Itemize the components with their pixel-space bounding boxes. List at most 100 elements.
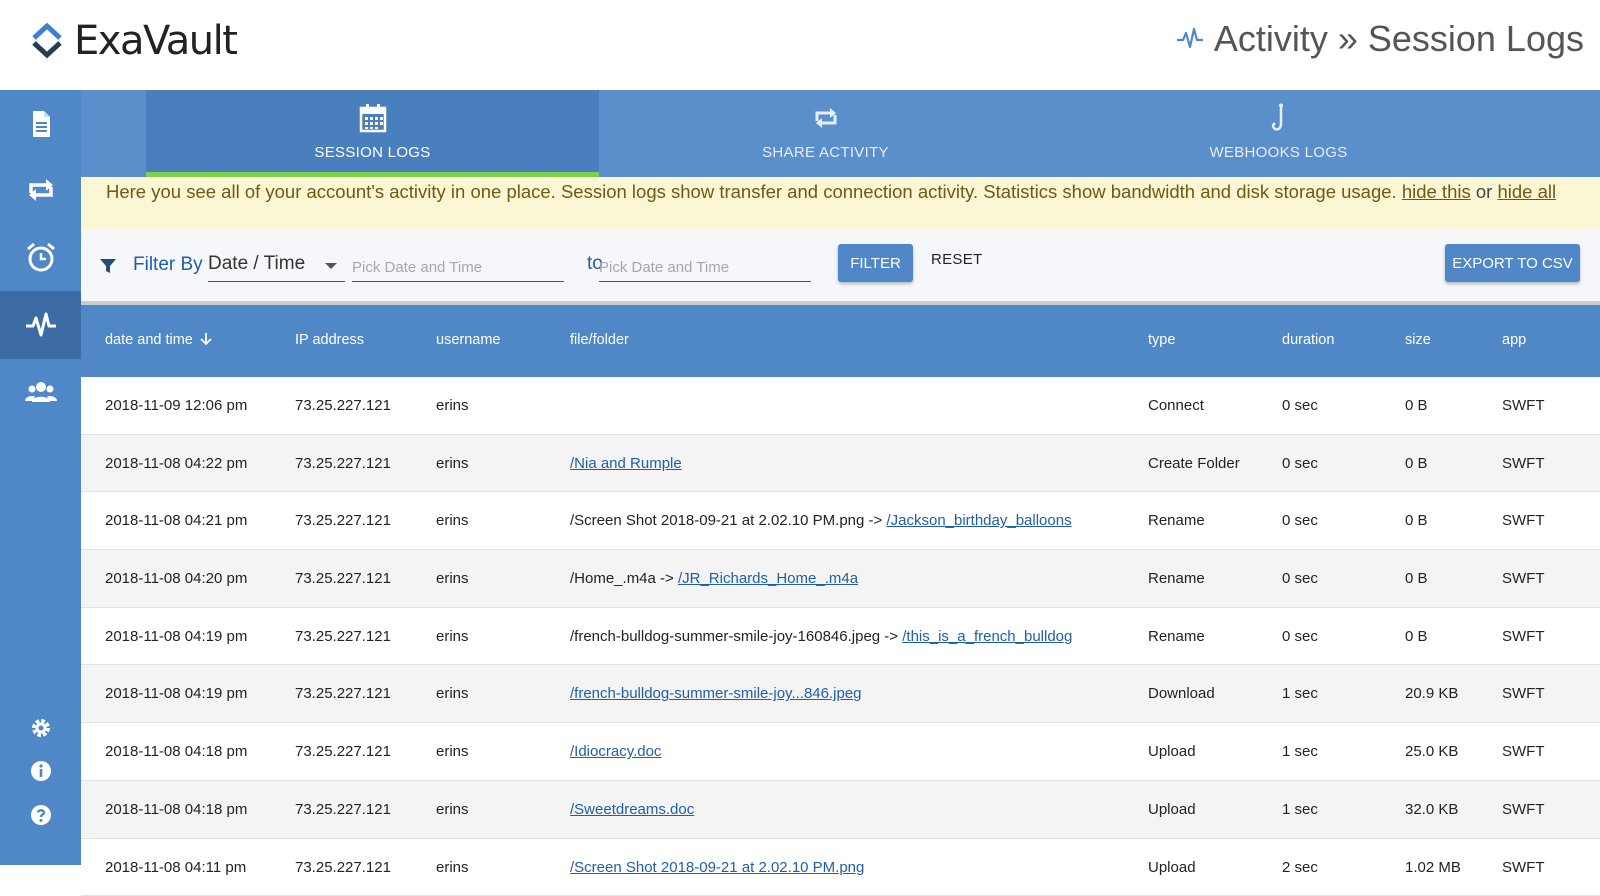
file-link[interactable]: /french-bulldog-summer-smile-joy...846.j… xyxy=(570,685,862,702)
sidebar-item-shares[interactable] xyxy=(0,156,81,224)
sidebar-item-notifications[interactable] xyxy=(0,223,81,291)
column-header-ip[interactable]: IP address xyxy=(295,332,364,348)
sidebar-item-users[interactable] xyxy=(0,358,81,426)
cell-ip: 73.25.227.121 xyxy=(295,801,391,818)
cell-type: Rename xyxy=(1148,570,1205,587)
column-header-date-label: date and time xyxy=(105,332,193,348)
cell-ip: 73.25.227.121 xyxy=(295,570,391,587)
brand-name: ExaVault xyxy=(74,18,236,64)
cell-ip: 73.25.227.121 xyxy=(295,628,391,645)
file-link[interactable]: /Jackson_birthday_balloons xyxy=(886,512,1071,529)
cell-date: 2018-11-08 04:22 pm xyxy=(105,455,247,472)
cell-date: 2018-11-08 04:18 pm xyxy=(105,743,247,760)
column-header-size[interactable]: size xyxy=(1405,332,1431,348)
calendar-icon xyxy=(358,102,388,134)
cell-duration: 0 sec xyxy=(1282,455,1318,472)
help-icon xyxy=(29,803,53,827)
tab-webhooks-logs-label: WEBHOOKS LOGS xyxy=(1209,144,1347,161)
cell-file: /Screen Shot 2018-09-21 at 2.02.10 PM.pn… xyxy=(570,859,864,876)
cell-size: 0 B xyxy=(1405,512,1428,529)
table-row: 2018-11-09 12:06 pm73.25.227.121erinsCon… xyxy=(81,377,1600,435)
hide-this-link[interactable]: hide this xyxy=(1402,181,1471,202)
table-row: 2018-11-08 04:18 pm73.25.227.121erinsUpl… xyxy=(81,781,1600,839)
cell-type: Create Folder xyxy=(1148,455,1240,472)
cell-size: 0 B xyxy=(1405,397,1428,414)
cell-size: 0 B xyxy=(1405,570,1428,587)
cell-size: 32.0 KB xyxy=(1405,801,1458,818)
sidebar-settings-button[interactable] xyxy=(0,710,81,746)
filter-button[interactable]: FILTER xyxy=(838,244,913,282)
column-header-app[interactable]: app xyxy=(1502,332,1526,348)
tab-session-logs-label: SESSION LOGS xyxy=(314,144,430,161)
top-header: ExaVault Activity » Session Logs xyxy=(0,0,1600,90)
cell-username: erins xyxy=(436,743,469,760)
cell-duration: 0 sec xyxy=(1282,397,1318,414)
from-date-input[interactable] xyxy=(352,249,564,282)
column-header-date[interactable]: date and time xyxy=(105,332,213,348)
cell-duration: 1 sec xyxy=(1282,743,1318,760)
table-row: 2018-11-08 04:20 pm73.25.227.121erinsRen… xyxy=(81,550,1600,608)
column-header-username[interactable]: username xyxy=(436,332,500,348)
info-icon xyxy=(29,759,53,783)
cell-username: erins xyxy=(436,628,469,645)
exavault-logo[interactable]: ExaVault xyxy=(30,18,236,64)
filter-field-select[interactable]: Date / Time xyxy=(208,249,345,282)
sidebar-item-activity[interactable] xyxy=(0,291,81,359)
table-body: 2018-11-09 12:06 pm73.25.227.121erinsCon… xyxy=(81,377,1600,896)
alarm-clock-icon xyxy=(24,240,58,274)
cell-type: Rename xyxy=(1148,512,1205,529)
column-header-type[interactable]: type xyxy=(1148,332,1175,348)
column-header-duration[interactable]: duration xyxy=(1282,332,1334,348)
activity-tabs: SESSION LOGS SHARE ACTIVITY WEBHOOKS LOG… xyxy=(81,90,1600,177)
cell-ip: 73.25.227.121 xyxy=(295,397,391,414)
exavault-logo-icon xyxy=(30,21,64,61)
tab-share-activity[interactable]: SHARE ACTIVITY xyxy=(599,90,1052,177)
cell-size: 0 B xyxy=(1405,628,1428,645)
table-row: 2018-11-08 04:22 pm 73.25.227.121 erins Cre… xyxy=(81,435,1600,493)
cell-username: erins xyxy=(436,455,469,472)
file-link[interactable]: /Sweetdreams.doc xyxy=(570,801,694,818)
export-csv-button[interactable]: EXPORT TO CSV xyxy=(1445,244,1580,282)
notice-or: or xyxy=(1476,181,1492,202)
sort-down-arrow-icon xyxy=(199,332,213,346)
sidebar-help-button[interactable] xyxy=(0,797,81,833)
cell-app: SWFT xyxy=(1502,397,1545,414)
cell-ip: 73.25.227.121 xyxy=(295,512,391,529)
to-date-input[interactable] xyxy=(599,249,811,282)
cell-file: /Screen Shot 2018-09-21 at 2.02.10 PM.pn… xyxy=(570,512,1072,529)
reset-button[interactable]: RESET xyxy=(931,251,983,268)
page-title-text: Activity » Session Logs xyxy=(1214,18,1584,60)
sidebar-info-button[interactable] xyxy=(0,753,81,789)
file-link[interactable]: /JR_Richards_Home_.m4a xyxy=(678,570,858,587)
cell-date: 2018-11-08 04:18 pm xyxy=(105,801,247,818)
cell-date: 2018-11-08 04:20 pm xyxy=(105,570,247,587)
filter-field-value: Date / Time xyxy=(208,253,305,274)
file-link[interactable]: /Nia and Rumple xyxy=(570,455,682,472)
column-header-file[interactable]: file/folder xyxy=(570,332,629,348)
gear-icon xyxy=(29,716,53,740)
tab-webhooks-logs[interactable]: WEBHOOKS LOGS xyxy=(1052,90,1505,177)
document-icon xyxy=(24,107,58,141)
file-link[interactable]: /Idiocracy.doc xyxy=(570,743,661,760)
cell-app: SWFT xyxy=(1502,859,1545,876)
sidebar xyxy=(0,90,81,865)
tab-session-logs[interactable]: SESSION LOGS xyxy=(146,90,599,177)
pulse-icon xyxy=(24,308,58,342)
share-arrows-icon xyxy=(811,102,841,134)
cell-size: 20.9 KB xyxy=(1405,685,1458,702)
cell-duration: 0 sec xyxy=(1282,570,1318,587)
users-icon xyxy=(24,375,58,409)
file-link[interactable]: /this_is_a_french_bulldog xyxy=(902,628,1072,645)
table-row: 2018-11-08 04:19 pm73.25.227.121erinsDow… xyxy=(81,665,1600,723)
hide-all-link[interactable]: hide all xyxy=(1497,181,1556,202)
page-title: Activity » Session Logs xyxy=(1176,18,1584,60)
cell-ip: 73.25.227.121 xyxy=(295,685,391,702)
cell-app: SWFT xyxy=(1502,512,1545,529)
tab-share-activity-label: SHARE ACTIVITY xyxy=(762,144,889,161)
session-logs-table: date and time IP address username file/f… xyxy=(81,305,1600,896)
file-link[interactable]: /Screen Shot 2018-09-21 at 2.02.10 PM.pn… xyxy=(570,859,864,876)
cell-ip: 73.25.227.121 xyxy=(295,455,391,472)
file-source-path: /Screen Shot 2018-09-21 at 2.02.10 PM.pn… xyxy=(570,512,886,529)
table-row: 2018-11-08 04:11 pm73.25.227.121erinsUpl… xyxy=(81,839,1600,896)
sidebar-item-files[interactable] xyxy=(0,90,81,158)
